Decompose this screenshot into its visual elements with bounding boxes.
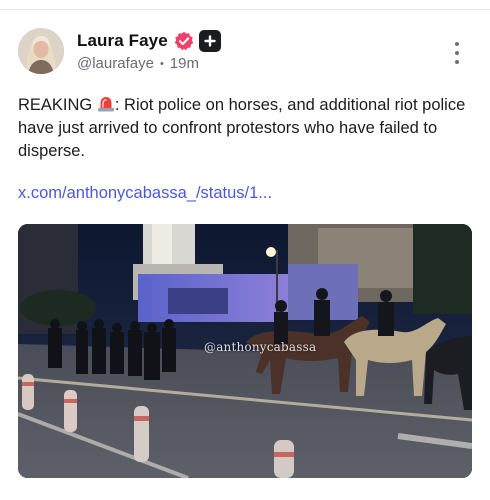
post-timestamp[interactable]: 19m <box>170 55 199 72</box>
more-vertical-icon[interactable] <box>450 42 464 64</box>
post-meta: @laurafaye • 19m <box>77 55 199 72</box>
video-watermark: @anthonycabassa <box>204 340 317 354</box>
post-text: REAKING : Riot police on horses, and add… <box>18 94 478 163</box>
post-video-thumbnail[interactable]: @anthonycabassa <box>18 224 472 478</box>
verified-rosette-icon <box>174 31 194 51</box>
author-name-row: Laura Faye <box>77 30 221 52</box>
post-header: Laura Faye @laurafaye • 19m <box>18 28 472 78</box>
avatar[interactable] <box>18 28 64 74</box>
author-handle[interactable]: @laurafaye <box>77 55 154 72</box>
plus-badge-icon <box>198 30 221 52</box>
top-divider <box>0 9 490 10</box>
post-text-prefix: REAKING <box>18 96 93 114</box>
meta-separator: • <box>159 57 164 70</box>
author-display-name[interactable]: Laura Faye <box>77 31 168 51</box>
police-light-emoji-icon <box>97 95 115 112</box>
post-link[interactable]: x.com/anthonycabassa_/status/1... <box>18 184 272 203</box>
